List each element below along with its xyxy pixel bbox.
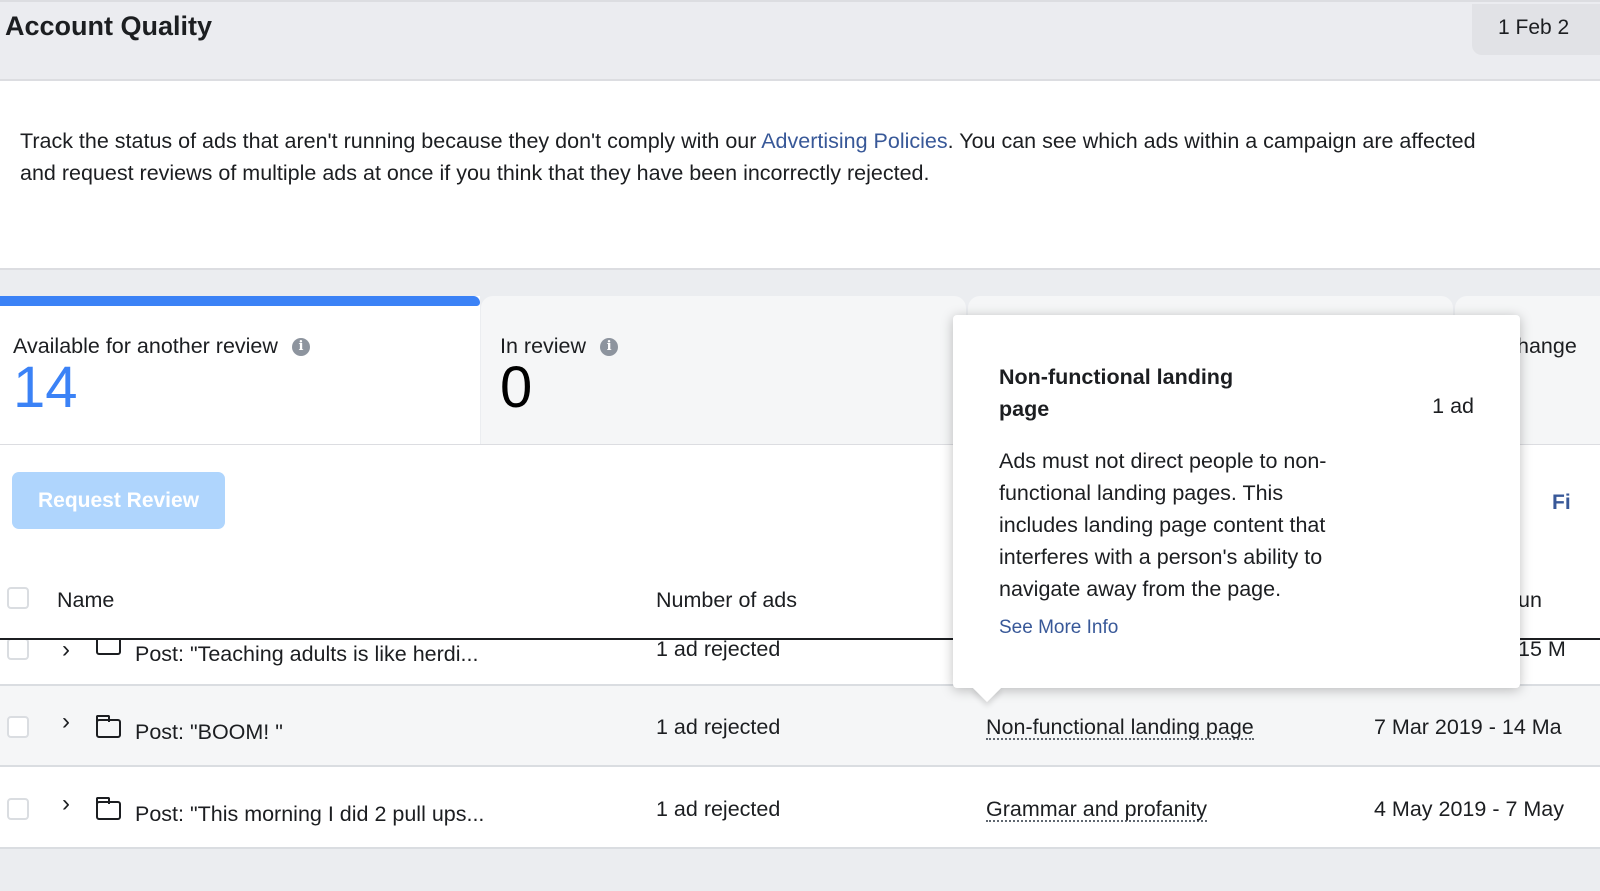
row-checkbox[interactable] bbox=[7, 716, 29, 738]
tooltip-title: Non-functional landing page bbox=[999, 365, 1234, 421]
see-more-info-link[interactable]: See More Info bbox=[999, 617, 1118, 639]
row-rejection-reason[interactable]: Non-functional landing page bbox=[986, 716, 1254, 740]
row-dates: 7 Mar 2019 - 14 Ma bbox=[1374, 715, 1562, 739]
folder-icon bbox=[96, 640, 121, 655]
row-ads-count: 1 ad rejected bbox=[656, 797, 781, 821]
row-rejection-reason[interactable]: Grammar and profanity bbox=[986, 798, 1208, 822]
row-name[interactable]: Post: "BOOM! " bbox=[135, 720, 283, 745]
row-name[interactable]: Post: "Teaching adults is like herdi... bbox=[135, 642, 478, 667]
column-header-run-dates[interactable]: un bbox=[1518, 588, 1542, 613]
select-all-checkbox[interactable] bbox=[7, 587, 29, 609]
info-icon[interactable]: i bbox=[291, 338, 310, 356]
policy-tooltip: Non-functional landing page 1 ad Ads mus… bbox=[953, 315, 1520, 703]
request-review-button[interactable]: Request Review bbox=[12, 472, 225, 529]
row-checkbox[interactable] bbox=[7, 640, 29, 660]
tab-count: 14 bbox=[13, 355, 78, 420]
row-checkbox[interactable] bbox=[7, 798, 29, 820]
table-row[interactable]: › Post: "This morning I did 2 pull ups..… bbox=[0, 768, 1600, 849]
folder-icon bbox=[96, 715, 121, 738]
tooltip-body: Ads must not direct people to non-functi… bbox=[999, 449, 1327, 601]
page-footer-band bbox=[0, 849, 1600, 891]
tab-label: hange bbox=[1517, 334, 1577, 358]
column-header-name[interactable]: Name bbox=[57, 588, 114, 613]
row-name[interactable]: Post: "This morning I did 2 pull ups... bbox=[135, 802, 484, 827]
description-panel: Track the status of ads that aren't runn… bbox=[0, 81, 1600, 270]
tab-available-for-review[interactable]: Available for another review i 14 bbox=[0, 296, 480, 444]
chevron-right-icon[interactable]: › bbox=[62, 708, 70, 736]
active-tab-indicator bbox=[0, 296, 480, 306]
chevron-right-icon[interactable]: › bbox=[62, 790, 70, 818]
page-header: Account Quality 1 Feb 2 bbox=[0, 0, 1600, 81]
table-row[interactable]: › Post: "BOOM! " 1 ad rejected Non-funct… bbox=[0, 686, 1600, 767]
page-title: Account Quality bbox=[5, 11, 213, 41]
row-ads-count: 1 ad rejected bbox=[656, 715, 781, 739]
tab-count: 0 bbox=[500, 355, 533, 420]
column-header-number-of-ads[interactable]: Number of ads bbox=[656, 588, 797, 613]
row-dates: 15 M bbox=[1518, 638, 1566, 661]
row-dates: 4 May 2019 - 7 May bbox=[1374, 797, 1565, 821]
chevron-right-icon[interactable]: › bbox=[62, 640, 70, 664]
filter-button[interactable]: Fi bbox=[1552, 491, 1571, 515]
description-text: Track the status of ads that aren't runn… bbox=[20, 129, 1476, 185]
row-ads-count: 1 ad rejected bbox=[656, 638, 781, 661]
info-icon[interactable]: i bbox=[600, 338, 619, 356]
folder-icon bbox=[96, 797, 121, 820]
tabs-bar-background bbox=[0, 270, 1600, 296]
tooltip-ad-count: 1 ad bbox=[1432, 394, 1474, 418]
advertising-policies-link[interactable]: Advertising Policies bbox=[761, 129, 947, 153]
date-range-picker[interactable]: 1 Feb 2 bbox=[1472, 4, 1600, 55]
tab-in-review[interactable]: In review i 0 bbox=[481, 296, 966, 444]
